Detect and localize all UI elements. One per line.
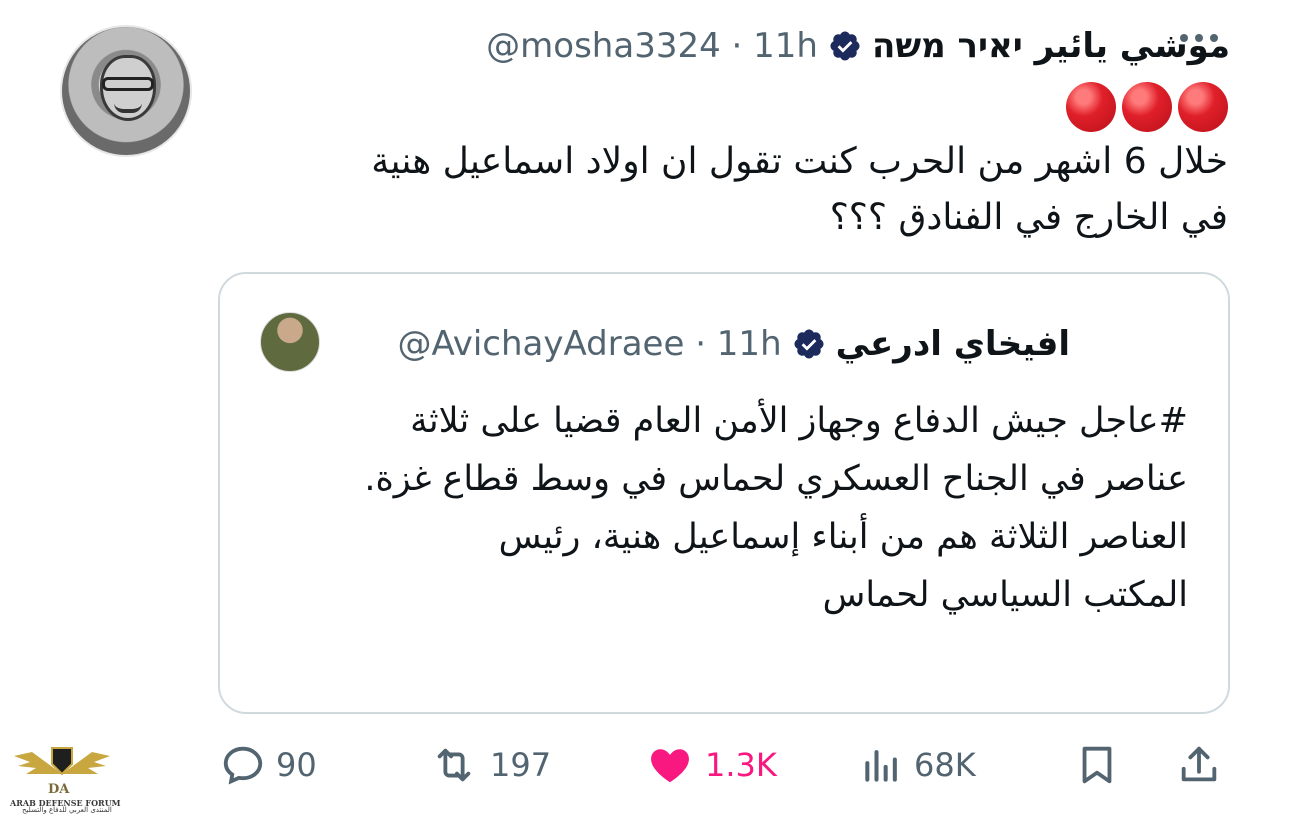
quoted-body: #عاجل جيش الدفاع وجهاز الأمن العام قضيا … bbox=[248, 392, 1188, 624]
reply-count: 90 bbox=[276, 746, 317, 784]
watermark-subtitle: المنتدى العربي للدفاع والتسليح bbox=[22, 806, 112, 814]
quoted-author-name: افيخاي ادرعي bbox=[835, 324, 1070, 364]
more-options-icon[interactable] bbox=[1180, 34, 1218, 42]
red-circle-emojis bbox=[248, 80, 1228, 134]
reply-button[interactable]: 90 bbox=[220, 740, 317, 790]
author-name[interactable]: موشي يائير יאיר משה bbox=[872, 26, 1230, 66]
repost-button[interactable]: 197 bbox=[428, 740, 551, 790]
tweet-header: موشي يائير יאיר משה @mosha3324 · 11h bbox=[486, 18, 1230, 74]
heart-icon bbox=[651, 749, 689, 783]
quoted-author-avatar bbox=[260, 312, 320, 372]
avatar-glasses bbox=[102, 77, 154, 91]
quoted-text-line: العناصر الثلاثة هم من أبناء إسماعيل هنية… bbox=[498, 517, 1188, 557]
red-circle-emoji bbox=[1122, 82, 1172, 132]
repost-count: 197 bbox=[490, 746, 552, 784]
red-circle-emoji bbox=[1178, 82, 1228, 132]
views-button[interactable]: 68K bbox=[860, 740, 976, 790]
quoted-handle: @AvichayAdraee · 11h bbox=[397, 324, 781, 364]
author-avatar[interactable] bbox=[60, 25, 192, 157]
quoted-text-line: #عاجل جيش الدفاع وجهاز الأمن العام قضيا … bbox=[410, 401, 1188, 441]
verified-badge-icon bbox=[794, 329, 824, 359]
quoted-handle-text: @AvichayAdraee bbox=[397, 324, 685, 364]
repost-icon bbox=[437, 748, 471, 782]
like-button[interactable]: 1.3K bbox=[645, 740, 777, 790]
bookmark-button[interactable] bbox=[1074, 740, 1120, 790]
tweet-time[interactable]: · 11h bbox=[732, 26, 818, 66]
watermark-logo-text: DA bbox=[48, 782, 70, 797]
tweet-text-line: خلال 6 اشهر من الحرب كنت تقول ان اولاد ا… bbox=[371, 141, 1228, 182]
quoted-time: · 11h bbox=[695, 324, 782, 364]
handle-text[interactable]: @mosha3324 bbox=[486, 26, 721, 66]
views-count: 68K bbox=[914, 746, 976, 784]
quoted-header: افيخاي ادرعي @AvichayAdraee · 11h bbox=[397, 310, 1070, 378]
bookmark-icon bbox=[1082, 746, 1112, 784]
tweet-text-line: في الخارج في الفنادق ؟؟؟ bbox=[829, 197, 1228, 238]
wings-logo-icon bbox=[14, 747, 110, 776]
quoted-tweet-card[interactable]: افيخاي ادرعي @AvichayAdraee · 11h #عاجل … bbox=[218, 272, 1230, 714]
red-circle-emoji bbox=[1066, 82, 1116, 132]
forum-watermark: DA ARAB DEFENSE FORUM المنتدى العربي للد… bbox=[8, 738, 121, 814]
share-icon bbox=[1181, 746, 1217, 782]
tweet-body: خلال 6 اشهر من الحرب كنت تقول ان اولاد ا… bbox=[248, 80, 1228, 246]
action-bar: 90 197 1.3K 68K bbox=[0, 730, 1290, 800]
quoted-text-line: عناصر في الجناح العسكري لحماس في وسط قطا… bbox=[364, 459, 1188, 499]
like-count: 1.3K bbox=[705, 746, 777, 784]
author-handle[interactable]: @mosha3324 · 11h bbox=[486, 26, 818, 66]
reply-icon bbox=[223, 746, 263, 785]
share-button[interactable] bbox=[1176, 740, 1222, 790]
quoted-text-line: المكتب السياسي لحماس bbox=[822, 575, 1188, 615]
views-icon bbox=[865, 750, 897, 782]
verified-badge-icon bbox=[830, 31, 860, 61]
